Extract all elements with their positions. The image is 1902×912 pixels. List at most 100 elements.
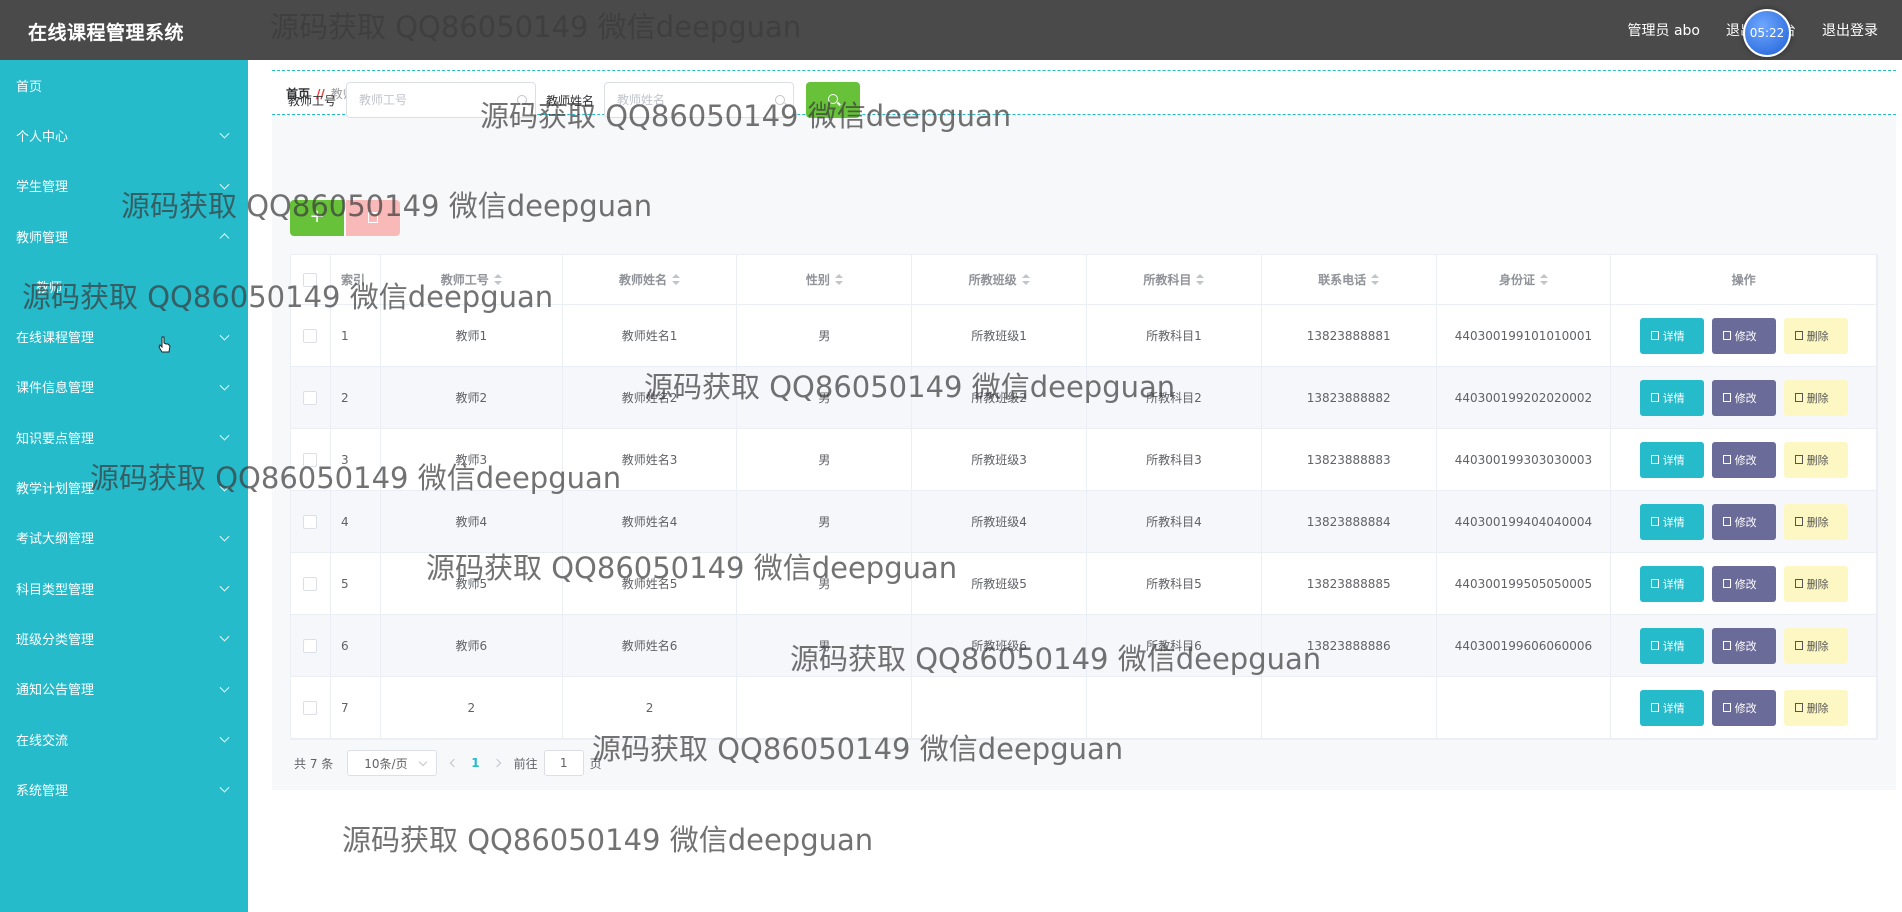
prev-page-icon[interactable] [450,758,459,768]
goto-page-input[interactable]: 1 [543,750,584,776]
cell-id-card [1437,677,1612,738]
edit-button[interactable]: 修改 [1711,565,1776,602]
select-all-checkbox[interactable] [303,272,318,287]
sort-icon[interactable] [1021,273,1030,286]
detail-button-label: 详情 [1662,701,1685,715]
cell-subject [1087,677,1262,738]
goto-prefix: 前往 [513,756,538,771]
edit-button[interactable]: 修改 [1711,627,1776,664]
detail-button[interactable]: 详情 [1639,689,1704,726]
edit-icon [1722,641,1731,650]
logout-link[interactable]: 退出登录 [1822,20,1878,40]
column-header[interactable]: 所教班级 [912,255,1088,304]
sidebar-item[interactable]: 教师管理 [0,211,248,261]
column-header-label: 性别 [805,273,830,287]
detail-button[interactable]: 详情 [1639,379,1704,416]
table-row: 4 教师4 教师姓名4 男所教班级4 所教科目4 13823888884 440300199… [291,491,1878,553]
cell-class: 所教班级2 [912,367,1088,428]
page-number-current[interactable]: 1 [471,756,479,770]
column-header[interactable]: 所教科目 [1087,255,1262,304]
sidebar-item[interactable]: 首页 [0,60,248,110]
sidebar-item[interactable]: 在线课程管理 [0,311,248,361]
sort-icon[interactable] [834,273,843,286]
chevron-down-icon [219,531,230,542]
edit-button[interactable]: 修改 [1711,689,1776,726]
sidebar-item-label: 知识要点管理 [16,431,95,447]
user-label: 管理员 abo [1627,23,1700,39]
row-checkbox[interactable] [303,328,318,343]
row-checkbox[interactable] [303,390,318,405]
sidebar-item[interactable]: 科目类型管理 [0,563,248,613]
detail-icon [1650,517,1659,526]
column-header[interactable]: 教师姓名 [563,255,738,304]
search-button[interactable] [806,82,861,118]
add-button[interactable]: + [290,200,344,236]
sidebar-item[interactable]: 课件信息管理 [0,362,248,412]
cell-subject: 所教科目4 [1087,491,1262,552]
sort-icon[interactable] [1196,273,1205,286]
detail-icon [1650,641,1659,650]
detail-button[interactable]: 详情 [1639,565,1704,602]
detail-button[interactable]: 详情 [1639,441,1704,478]
column-header[interactable]: 联系电话 [1262,255,1437,304]
sidebar-item[interactable]: 班级分类管理 [0,613,248,663]
detail-button[interactable]: 详情 [1639,503,1704,540]
delete-button[interactable]: 删除 [1783,565,1848,602]
column-header[interactable]: 性别 [737,255,913,304]
teacher-name-field[interactable] [604,82,795,118]
sidebar-item[interactable]: 知识要点管理 [0,412,248,462]
row-checkbox[interactable] [303,638,318,653]
sidebar-item[interactable]: 个人中心 [0,110,248,160]
row-checkbox[interactable] [303,514,318,529]
edit-button[interactable]: 修改 [1711,503,1776,540]
teacher-name-input[interactable] [605,83,794,117]
sort-icon[interactable] [1371,273,1380,286]
sidebar-item[interactable]: 在线交流 [0,714,248,764]
batch-delete-button[interactable] [346,200,400,236]
delete-button[interactable]: 删除 [1783,689,1848,726]
teacher-no-field[interactable] [346,82,537,118]
goto-page: 前往 1 页 [514,750,602,776]
next-page-icon[interactable] [492,758,501,768]
cell-id-card: 440300199505050005 [1437,553,1612,614]
edit-button[interactable]: 修改 [1711,441,1776,478]
edit-button[interactable]: 修改 [1711,379,1776,416]
edit-button[interactable]: 修改 [1711,317,1776,354]
row-checkbox[interactable] [303,576,318,591]
cell-actions: 详情 修改 删除 [1611,553,1878,614]
row-actions: 详情 修改 删除 [1639,627,1848,664]
delete-button[interactable]: 删除 [1783,441,1848,478]
sidebar-item[interactable]: 通知公告管理 [0,664,248,714]
cell-gender: 男 [737,367,913,428]
sort-icon[interactable] [493,273,502,286]
chevron-down-icon [219,782,230,793]
page-size-select[interactable]: 10条/页 [347,750,438,776]
teacher-no-input[interactable] [347,83,536,117]
sort-icon[interactable] [1539,273,1548,286]
sidebar-item[interactable]: 学生管理 [0,161,248,211]
sort-icon[interactable] [672,273,681,286]
detail-button[interactable]: 详情 [1639,317,1704,354]
sidebar-item[interactable]: 考试大纲管理 [0,513,248,563]
edit-button-label: 修改 [1734,391,1757,405]
cell-actions: 详情 修改 删除 [1611,429,1878,490]
row-checkbox[interactable] [303,700,318,715]
column-header[interactable]: 教师工号 [381,255,563,304]
delete-button[interactable]: 删除 [1783,503,1848,540]
sidebar-item-label: 系统管理 [16,783,69,799]
pagination-total: 共 7 条 [294,756,334,771]
sidebar-item[interactable]: 系统管理 [0,764,248,814]
sidebar-item[interactable]: 教师 [0,261,248,311]
delete-button[interactable]: 删除 [1783,317,1848,354]
column-header[interactable]: 身份证 [1437,255,1612,304]
delete-button[interactable]: 删除 [1783,627,1848,664]
delete-button-label: 删除 [1806,391,1829,405]
app-title: 在线课程管理系统 [28,22,185,44]
detail-button[interactable]: 详情 [1639,627,1704,664]
delete-button[interactable]: 删除 [1783,379,1848,416]
cell-id-card: 440300199202020002 [1437,367,1612,428]
row-checkbox[interactable] [303,452,318,467]
sidebar-item[interactable]: 教学计划管理 [0,462,248,512]
sidebar-item-label: 在线交流 [16,733,69,749]
cell-gender: 男 [737,553,913,614]
